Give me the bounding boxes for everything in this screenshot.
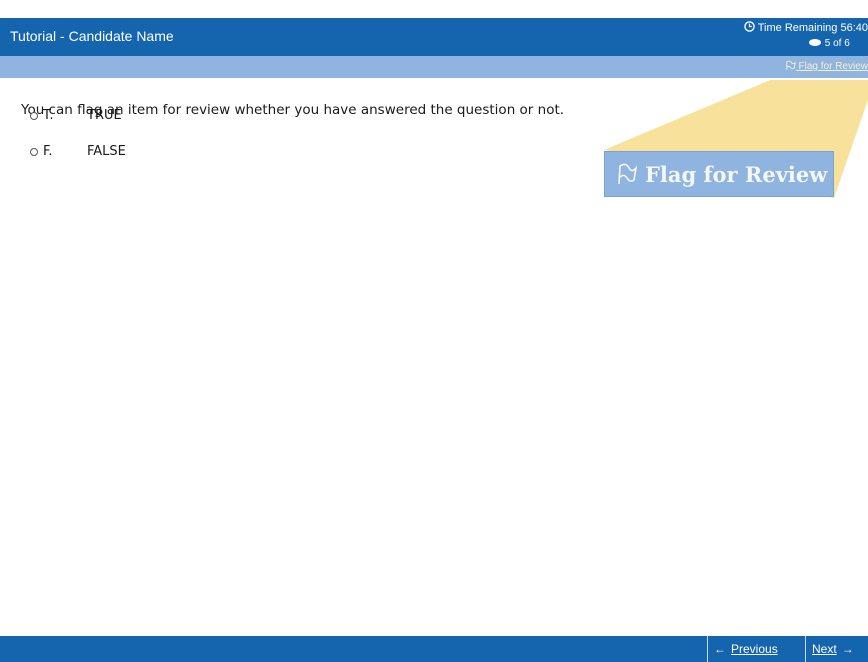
callout-highlight-beam xyxy=(604,80,868,198)
flag-for-review-label: Flag for Review xyxy=(798,61,868,72)
tool-bar: Flag for Review xyxy=(0,56,868,78)
flag-icon xyxy=(618,163,638,185)
option-letter: F. xyxy=(43,144,53,159)
exam-title: Tutorial - Candidate Name xyxy=(10,28,174,44)
next-label: Next xyxy=(812,642,837,656)
flag-for-review-callout: Flag for Review xyxy=(604,151,834,197)
footer-nav-bar: ← Previous Next → xyxy=(0,636,868,662)
question-counter: 5 of 6 xyxy=(808,38,868,49)
answer-option-false[interactable]: F. FALSE xyxy=(30,144,126,159)
time-remaining: Time Remaining 56:40 xyxy=(708,21,868,34)
next-button[interactable]: Next → xyxy=(805,636,868,662)
items-icon xyxy=(809,39,821,46)
arrow-left-icon: ← xyxy=(714,642,726,656)
option-label: FALSE xyxy=(87,144,126,159)
previous-label: Previous xyxy=(731,642,778,656)
option-label: TRUE xyxy=(87,108,122,123)
arrow-right-icon: → xyxy=(841,642,854,656)
title-bar: Tutorial - Candidate Name Time Remaining… xyxy=(0,18,868,56)
flag-icon xyxy=(786,60,796,71)
question-counter-text: 5 of 6 xyxy=(824,38,850,49)
answer-option-true[interactable]: T. TRUE xyxy=(30,108,122,123)
callout-flag-label: Flag for Review xyxy=(645,161,828,187)
flag-for-review-button[interactable]: Flag for Review xyxy=(785,60,868,72)
time-remaining-text: Time Remaining 56:40 xyxy=(757,22,868,34)
radio-button-false[interactable] xyxy=(30,147,38,156)
clock-icon xyxy=(744,21,755,32)
previous-button[interactable]: ← Previous xyxy=(707,636,804,662)
radio-button-true[interactable] xyxy=(30,111,38,120)
option-letter: T. xyxy=(43,108,54,123)
